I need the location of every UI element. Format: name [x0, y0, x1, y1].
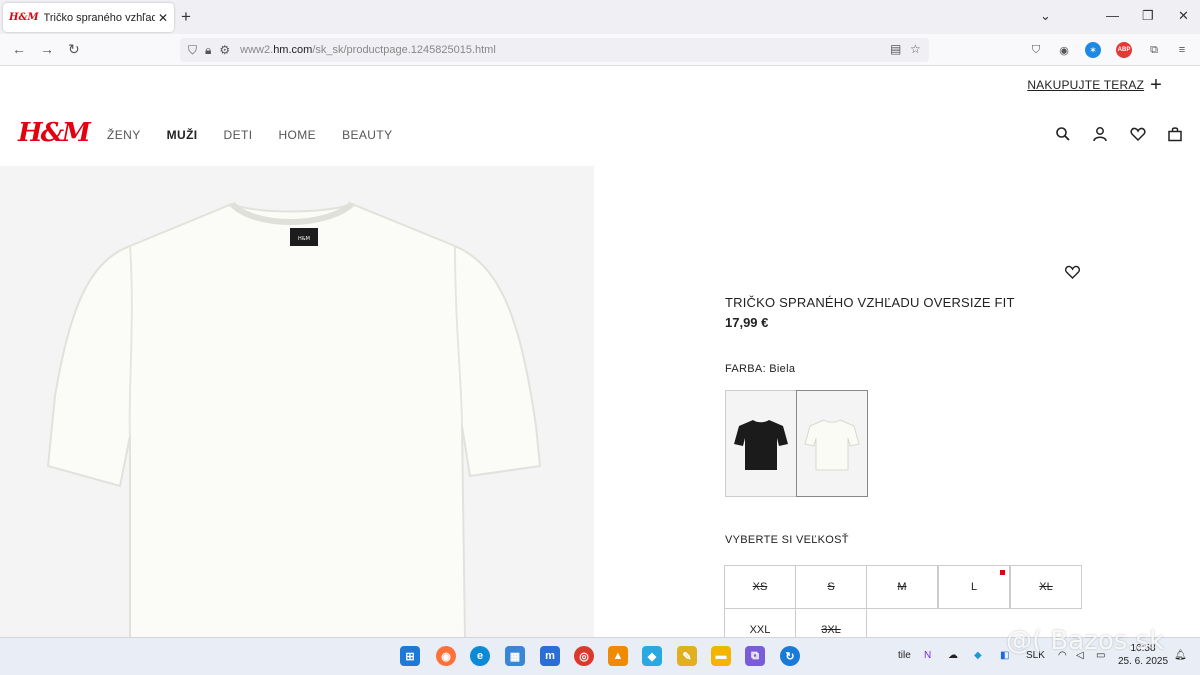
- plus-icon: +: [1150, 74, 1162, 96]
- product-price: 17,99 €: [725, 315, 769, 330]
- color-label: FARBA: Biela: [725, 363, 796, 375]
- app-circle-icon[interactable]: ↻: [780, 646, 800, 666]
- watermark: @( Bazos.sk: [1006, 626, 1165, 656]
- app-icon[interactable]: m: [540, 646, 560, 666]
- hm-logo[interactable]: H&M: [18, 118, 91, 148]
- size-m[interactable]: M: [866, 565, 938, 609]
- adblock-icon[interactable]: ABP: [1116, 42, 1132, 58]
- nav-item-beauty[interactable]: BEAUTY: [342, 128, 392, 142]
- product-image[interactable]: H&M: [0, 166, 594, 638]
- tshirt-black-thumb: [734, 419, 788, 470]
- onenote-icon[interactable]: N: [924, 650, 931, 661]
- app-red-icon[interactable]: ◎: [574, 646, 594, 666]
- reload-icon[interactable]: ↻: [68, 41, 80, 58]
- clock-date: 25. 6. 2025: [1118, 656, 1169, 667]
- extension-blue-icon[interactable]: ✶: [1085, 42, 1101, 58]
- swatch-white[interactable]: [796, 390, 868, 497]
- app-yellow-icon[interactable]: ✎: [677, 646, 697, 666]
- tab-close-icon[interactable]: ✕: [158, 11, 168, 25]
- restore-icon[interactable]: ❐: [1142, 8, 1154, 24]
- browser-tabbar: H&M Tričko spraného vzhľadu Oversize ✕ +…: [0, 0, 1200, 34]
- url-bar[interactable]: ⛉ 🔒︎ ⚙ www2.hm.com/sk_sk/productpage.124…: [180, 38, 929, 62]
- nav-item-home[interactable]: HOME: [278, 128, 316, 142]
- lock-icon[interactable]: 🔒︎: [205, 43, 211, 58]
- account-user-icon[interactable]: [1092, 126, 1108, 142]
- reader-view-icon[interactable]: ▤: [890, 42, 901, 56]
- notifications-bell-icon[interactable]: 🔔︎: [1174, 650, 1187, 661]
- shop-now-link[interactable]: NAKUPUJTE TERAZ +: [1027, 74, 1162, 96]
- menu-icon[interactable]: ≡: [1174, 42, 1190, 58]
- minimize-icon[interactable]: —: [1106, 8, 1119, 23]
- app-blue-icon[interactable]: ◆: [642, 646, 662, 666]
- new-tab-icon[interactable]: +: [181, 7, 191, 27]
- svg-text:H&M: H&M: [298, 236, 310, 242]
- size-l[interactable]: L: [938, 565, 1010, 609]
- forward-icon[interactable]: →: [40, 41, 54, 57]
- size-xs[interactable]: XS: [724, 565, 796, 609]
- shield-icon[interactable]: ⛉: [188, 43, 197, 58]
- file-explorer-icon[interactable]: ▬: [711, 646, 731, 666]
- vlc-icon[interactable]: ▲: [608, 646, 628, 666]
- tab-title: Tričko spraného vzhľadu Oversize: [43, 11, 155, 24]
- edge-icon[interactable]: e: [470, 646, 490, 666]
- app-purple-icon[interactable]: ⧉: [745, 646, 765, 666]
- cart-bag-icon[interactable]: [1167, 126, 1183, 142]
- firefox-icon[interactable]: ◉: [436, 646, 456, 666]
- swatch-black[interactable]: [725, 390, 797, 497]
- hm-favicon-icon: H&M: [9, 12, 39, 23]
- product-title: TRIČKO SPRANÉHO VZHĽADU OVERSIZE FIT: [725, 295, 1015, 310]
- tray-tile-icon[interactable]: tile: [898, 650, 911, 661]
- browser-tab[interactable]: H&M Tričko spraného vzhľadu Oversize ✕: [3, 3, 174, 32]
- store-icon[interactable]: ▦: [505, 646, 525, 666]
- color-swatches: [725, 390, 868, 497]
- tray-app-icon[interactable]: ◆: [974, 650, 982, 661]
- nav-item-zeny[interactable]: ŽENY: [107, 128, 141, 142]
- size-xl[interactable]: XL: [1010, 565, 1082, 609]
- search-icon[interactable]: [1055, 126, 1071, 142]
- size-l-label: L: [970, 581, 978, 593]
- cloud-icon[interactable]: ☁: [948, 650, 958, 661]
- main-nav: ŽENY MUŽI DETI HOME BEAUTY: [107, 128, 419, 142]
- windows-start-icon[interactable]: ⊞: [400, 646, 420, 666]
- bookmark-star-icon[interactable]: ☆: [910, 42, 921, 56]
- favorites-heart-icon[interactable]: [1130, 126, 1146, 142]
- size-label: VYBERTE SI VEĽKOSŤ: [725, 534, 849, 546]
- account-icon[interactable]: ◉: [1056, 42, 1072, 58]
- low-stock-indicator: [1000, 570, 1005, 575]
- back-icon[interactable]: ←: [12, 41, 26, 57]
- permissions-icon[interactable]: ⚙: [219, 43, 230, 57]
- url-text[interactable]: www2.hm.com/sk_sk/productpage.1245825015…: [240, 44, 496, 56]
- pocket-icon[interactable]: ⛉: [1028, 42, 1044, 58]
- close-window-icon[interactable]: ✕: [1178, 8, 1189, 24]
- shop-now-label: NAKUPUJTE TERAZ: [1027, 78, 1145, 92]
- nav-item-deti[interactable]: DETI: [224, 128, 253, 142]
- size-s[interactable]: S: [795, 565, 867, 609]
- nav-item-muzi[interactable]: MUŽI: [167, 128, 198, 142]
- tab-list-icon[interactable]: ⌄: [1040, 8, 1051, 24]
- tshirt-white-thumb: [804, 418, 860, 470]
- extensions-icon[interactable]: ⧉: [1146, 42, 1162, 58]
- tshirt-image: H&M: [0, 166, 594, 638]
- add-to-favorites-heart-icon[interactable]: [1064, 264, 1081, 280]
